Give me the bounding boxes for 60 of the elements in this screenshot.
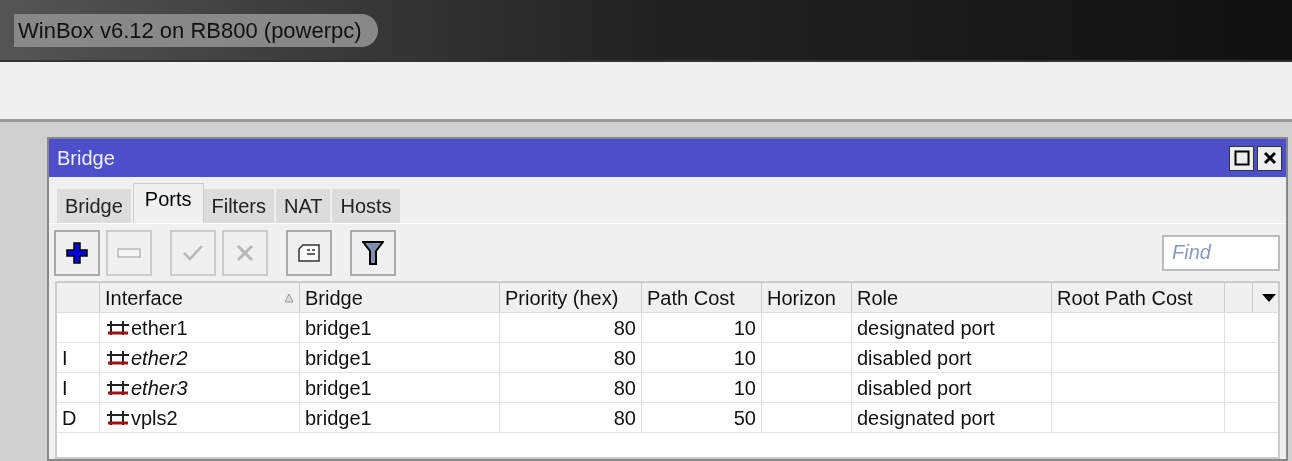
table-cell: bridge1 [300,313,500,342]
dropdown-icon [1262,293,1276,302]
note-icon [297,242,321,263]
flag-cell: D [57,403,100,432]
port-icon [105,349,131,366]
table-cell: 50 [642,403,762,432]
tab[interactable]: Ports [132,183,204,223]
port-icon [105,319,131,336]
table-cell: 10 [642,343,762,372]
table-cell: 80 [500,403,642,432]
add-button[interactable] [54,229,100,276]
table-cell: disabled port [852,373,1052,402]
window-title: Bridge [57,146,115,171]
table-cell: bridge1 [300,373,500,402]
column-header[interactable]: Interface [100,283,300,312]
column-header[interactable]: Bridge [300,283,500,312]
table-cell: 10 [642,313,762,342]
table-cell: designated port [852,313,1052,342]
filter-button[interactable] [350,229,396,276]
table-cell: disabled port [852,343,1052,372]
table-row[interactable]: I ether2 bridge1 80 10 disabled port [57,343,1278,373]
tab[interactable]: NAT [275,189,333,223]
interface-name: vpls2 [131,405,178,431]
table-cell: 80 [500,313,642,342]
table-cell: 80 [500,343,642,372]
table-cell: bridge1 [300,343,500,372]
tab[interactable]: Bridge [57,189,133,223]
tab[interactable]: Hosts [332,189,402,223]
x-icon [235,242,255,263]
table-row[interactable]: D vpls2 bridge1 80 50 designated port [57,403,1278,433]
app-title: WinBox v6.12 on RB800 (powerpc) [14,13,378,47]
table-cell: bridge1 [300,403,500,432]
maximize-icon [1233,150,1250,166]
column-header[interactable]: Priority (hex) [500,283,642,312]
filter-icon [362,239,384,266]
column-header[interactable]: Path Cost [642,283,762,312]
table-cell: designated port [852,403,1052,432]
column-header[interactable]: Horizon [762,283,852,312]
port-icon [105,379,131,396]
interface-name: ether1 [131,315,188,341]
find-field[interactable]: Find [1162,234,1280,271]
table-row[interactable]: I ether3 bridge1 80 10 disabled port [57,373,1278,403]
comment-button[interactable] [286,229,332,276]
tab[interactable]: Filters [203,189,276,223]
table-cell: 10 [642,373,762,402]
close-button[interactable] [1257,145,1282,171]
column-header[interactable]: Root Path Cost [1052,283,1225,312]
flag-cell: I [57,343,100,372]
plus-icon [65,240,89,265]
flag-cell: I [57,373,100,402]
interface-name: ether2 [131,345,188,371]
check-icon [182,243,204,262]
port-icon [105,409,131,426]
interface-name: ether3 [131,375,188,401]
table-cell: 80 [500,373,642,402]
table-row[interactable]: ether1 bridge1 80 10 designated port [57,313,1278,343]
column-header[interactable]: Role [852,283,1052,312]
minus-icon [117,247,141,258]
close-icon [1262,151,1277,165]
maximize-button[interactable] [1229,145,1254,171]
